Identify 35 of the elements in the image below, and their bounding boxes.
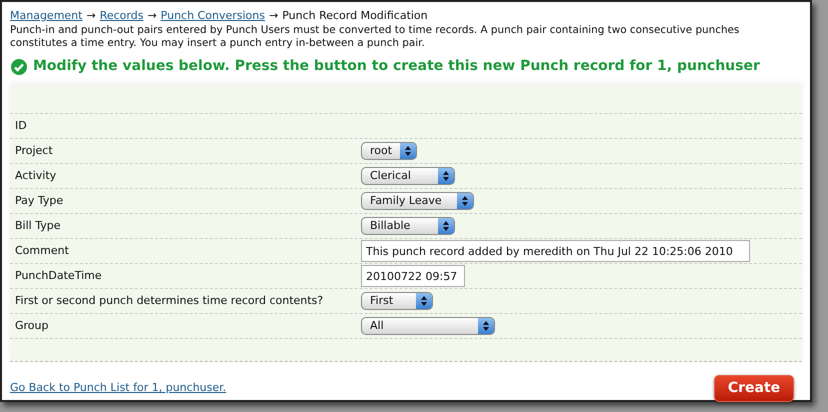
updown-arrows-icon: [443, 221, 449, 231]
breadcrumb-separator: →: [86, 9, 96, 23]
dropdown[interactable]: Billable: [361, 217, 455, 235]
field-label: PunchDateTime: [14, 268, 103, 284]
updown-arrows-icon: [443, 171, 449, 181]
updown-arrows-icon: [421, 296, 427, 306]
updown-arrows-icon: [462, 196, 468, 206]
breadcrumb-separator: →: [268, 9, 278, 23]
dropdown[interactable]: All: [361, 317, 495, 335]
field-label: Group: [14, 318, 50, 334]
breadcrumb-current: Punch Record Modification: [282, 9, 428, 23]
status-message: Modify the values below. Press the button to create this new Punch record for 1, punchuser: [33, 57, 760, 76]
field-label: Pay Type: [14, 192, 64, 209]
dropdown[interactable]: root: [361, 142, 417, 160]
breadcrumb-link[interactable]: Management: [10, 9, 82, 23]
text-field[interactable]: 20100722 09:57: [361, 265, 465, 287]
dropdown[interactable]: Family Leave: [361, 192, 474, 210]
field-label: Bill Type: [14, 218, 62, 234]
field-label: Activity: [14, 168, 58, 184]
field-label: First or second punch determines time record contents?: [14, 292, 324, 309]
field-label: Project: [14, 142, 54, 159]
text-field[interactable]: This punch record added by meredith on Thu Jul 22 10:25:06 2010: [361, 240, 750, 262]
field-label: ID: [14, 118, 28, 134]
field-label: Comment: [14, 242, 70, 259]
updown-arrows-icon: [483, 321, 489, 331]
updown-arrows-icon: [405, 146, 411, 156]
back-link[interactable]: Go Back to Punch List for 1, punchuser.: [10, 380, 226, 397]
breadcrumb-link[interactable]: Punch Conversions: [160, 9, 265, 23]
dropdown[interactable]: Clerical: [361, 167, 455, 185]
checkmark-icon: [11, 58, 27, 74]
breadcrumb-link[interactable]: Records: [100, 9, 144, 23]
description-text: Punch-in and punch-out pairs entered by Punch Users must be converted to time records. A punch pair containing two consecutive punches constitutes a time entry. You may insert a punch entry in-between a punch pair.: [10, 24, 740, 50]
create-button[interactable]: Create: [714, 375, 794, 402]
breadcrumb-separator: →: [147, 9, 157, 23]
dropdown[interactable]: First: [361, 292, 433, 310]
